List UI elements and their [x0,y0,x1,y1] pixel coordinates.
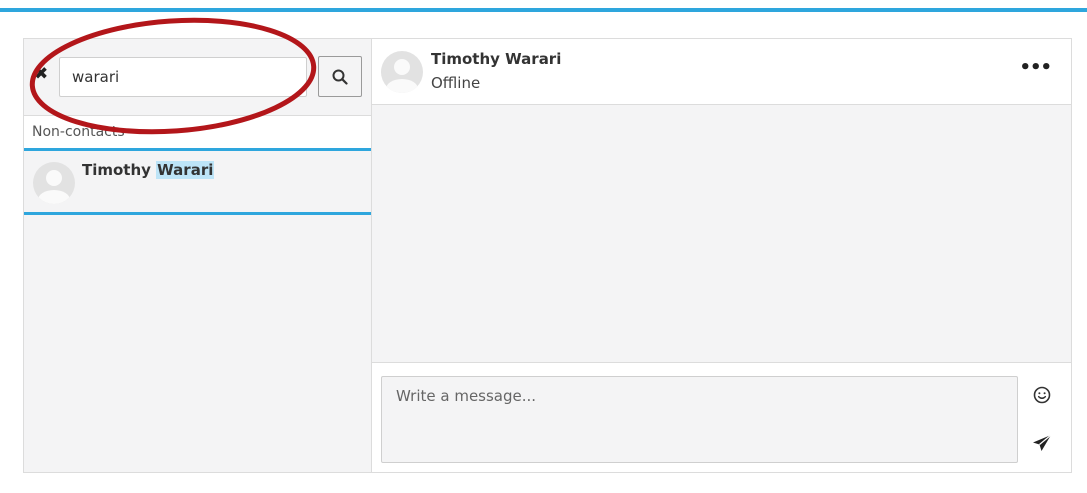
search-button[interactable] [318,56,362,97]
search-result-item[interactable]: Timothy Warari [24,151,371,215]
result-name: Timothy Warari [82,161,215,179]
message-input[interactable] [381,376,1018,463]
message-composer [372,363,1071,472]
contact-status: Offline [431,74,481,92]
conversation-column: Timothy Warari Offline ••• [372,39,1071,472]
messaging-panel: ✖ Non-contacts Timothy Warari Timothy Wa… [23,38,1072,473]
non-contacts-header: Non-contacts [24,115,371,151]
avatar [381,51,423,93]
message-area [372,105,1071,363]
chat-header: Timothy Warari Offline ••• [372,39,1071,105]
top-accent-bar [0,8,1087,12]
emoji-button[interactable] [1028,381,1056,409]
result-name-prefix: Timothy [82,161,157,179]
close-icon[interactable]: ✖ [34,65,52,83]
result-name-match: Warari [156,161,215,179]
search-input[interactable] [59,57,307,97]
send-button[interactable] [1028,429,1056,457]
search-icon [332,69,348,85]
paper-plane-icon [1033,434,1052,451]
smiley-icon [1033,386,1051,404]
contact-name[interactable]: Timothy Warari [431,50,561,68]
more-options-icon[interactable]: ••• [1019,59,1052,77]
search-row: ✖ [24,39,371,115]
contacts-column: ✖ Non-contacts Timothy Warari [24,39,372,472]
avatar [33,162,75,204]
